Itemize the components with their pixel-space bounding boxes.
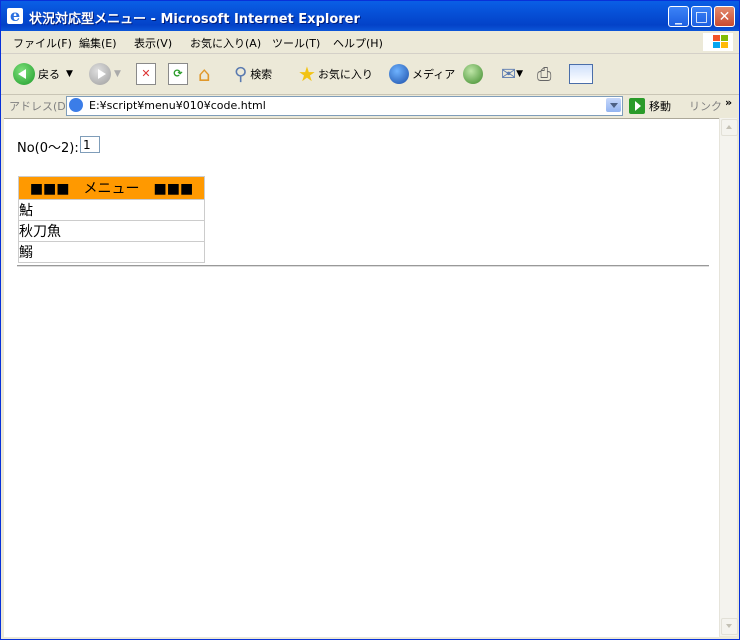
print-icon: ⎙ (537, 63, 552, 85)
menu-item-ayu: 鮎 (18, 199, 205, 221)
scroll-down-button[interactable] (721, 618, 738, 635)
search-button[interactable]: ⚲ 検索 (234, 62, 272, 86)
home-icon: ⌂ (198, 62, 211, 86)
menu-table: ■■■ メニュー ■■■ 鮎 秋刀魚 鰯 (18, 176, 205, 263)
favorites-button[interactable]: ★ お気に入り (298, 62, 373, 86)
edit-icon (569, 64, 593, 84)
no-input[interactable] (80, 136, 100, 153)
go-button[interactable]: 移動 (629, 98, 671, 114)
go-arrow-icon (629, 98, 645, 114)
menu-favorites[interactable]: お気に入り(A) (190, 35, 261, 51)
stop-button[interactable]: ✕ (136, 62, 156, 86)
address-input[interactable]: E:¥script¥menu¥010¥code.html (66, 96, 623, 116)
menu-file[interactable]: ファイル(F) (13, 35, 72, 51)
media-label: メディア (412, 68, 456, 81)
refresh-button[interactable]: ⟳ (168, 62, 188, 86)
history-icon (463, 64, 483, 84)
menu-help[interactable]: ヘルプ(H) (333, 35, 383, 51)
favorites-star-icon: ★ (298, 62, 316, 86)
edit-button[interactable] (569, 62, 593, 86)
forward-arrow-icon (89, 63, 111, 85)
minimize-button[interactable]: _ (668, 6, 689, 27)
stop-icon: ✕ (136, 63, 156, 85)
maximize-button[interactable]: □ (691, 6, 712, 27)
menu-view[interactable]: 表示(V) (134, 35, 172, 51)
toolbar: 戻る ▼ ▼ ✕ ⟳ ⌂ ⚲ 検索 ★ お気に入り メディア ✉ ▼ ⎙ (1, 54, 739, 95)
menu-tools[interactable]: ツール(T) (272, 35, 320, 51)
media-button[interactable]: メディア (389, 62, 455, 86)
horizontal-rule (17, 265, 709, 267)
browser-window: 状況対応型メニュー - Microsoft Internet Explorer … (0, 0, 740, 640)
ie-icon (7, 6, 23, 25)
window-title: 状況対応型メニュー - Microsoft Internet Explorer (29, 12, 360, 27)
vertical-scrollbar[interactable] (719, 118, 738, 636)
close-button[interactable]: ✕ (714, 6, 735, 27)
title-bar: 状況対応型メニュー - Microsoft Internet Explorer … (1, 1, 739, 31)
links-button[interactable]: リンク (689, 98, 722, 114)
address-url: E:¥script¥menu¥010¥code.html (89, 99, 266, 112)
address-bar: アドレス(D) E:¥script¥menu¥010¥code.html 移動 … (1, 95, 739, 117)
forward-button[interactable]: ▼ (89, 62, 121, 86)
search-label: 検索 (250, 68, 273, 81)
back-dropdown-icon[interactable]: ▼ (66, 69, 73, 79)
home-button[interactable]: ⌂ (198, 62, 211, 86)
menu-edit[interactable]: 編集(E) (79, 35, 117, 51)
back-label: 戻る (38, 68, 60, 81)
toolbar-chevron-icon[interactable]: » (725, 96, 732, 109)
scroll-up-button[interactable] (721, 119, 738, 136)
page-content: No(0〜2): ■■■ メニュー ■■■ 鮎 秋刀魚 鰯 (4, 118, 719, 637)
back-button[interactable]: 戻る ▼ (13, 62, 73, 86)
mail-button[interactable]: ✉ ▼ (501, 62, 523, 86)
mail-dropdown-icon[interactable]: ▼ (516, 69, 523, 79)
address-label: アドレス(D) (9, 100, 71, 113)
history-button[interactable] (463, 62, 486, 86)
no-label: No(0〜2): (17, 141, 79, 156)
mail-icon: ✉ (501, 63, 517, 85)
menu-bar: ファイル(F) 編集(E) 表示(V) お気に入り(A) ツール(T) ヘルプ(… (1, 31, 739, 54)
menu-item-iwashi: 鰯 (18, 241, 205, 263)
back-arrow-icon (13, 63, 35, 85)
menu-item-sanma: 秋刀魚 (18, 220, 205, 242)
address-dropdown-icon[interactable] (606, 98, 621, 112)
page-icon (69, 98, 83, 112)
go-label: 移動 (649, 100, 671, 113)
forward-dropdown-icon[interactable]: ▼ (114, 69, 121, 79)
favorites-label: お気に入り (317, 68, 373, 81)
windows-logo-icon (703, 33, 733, 51)
media-icon (389, 64, 409, 84)
search-icon: ⚲ (234, 63, 248, 85)
refresh-icon: ⟳ (168, 63, 188, 85)
print-button[interactable]: ⎙ (537, 62, 551, 86)
menu-table-header: ■■■ メニュー ■■■ (18, 176, 205, 200)
